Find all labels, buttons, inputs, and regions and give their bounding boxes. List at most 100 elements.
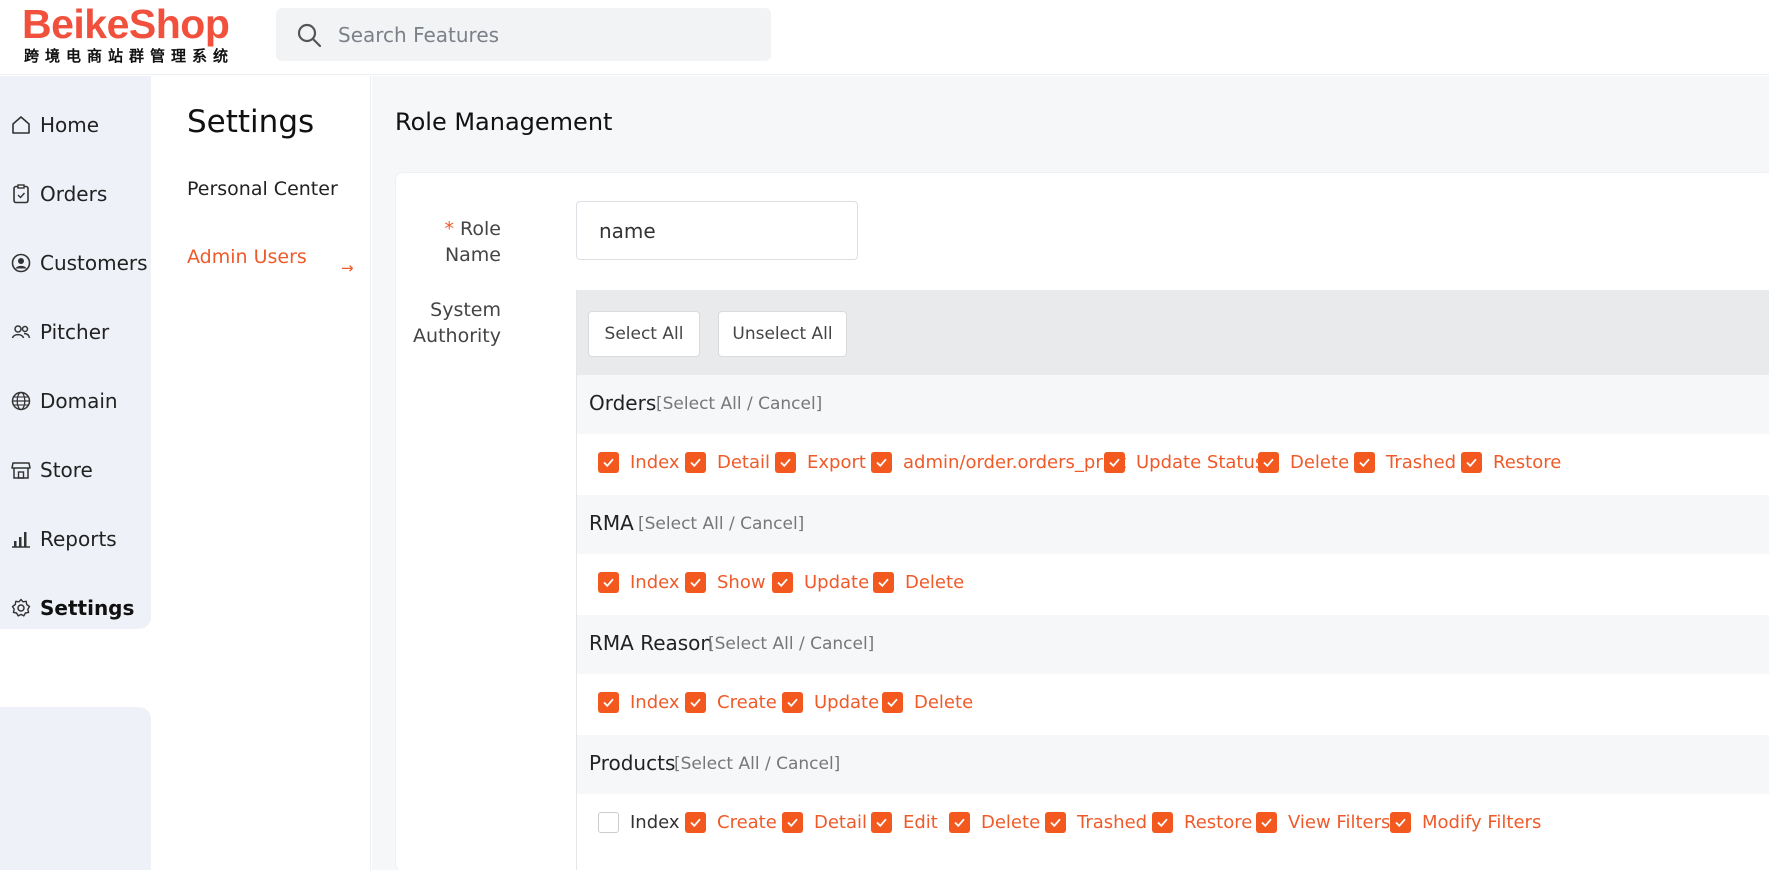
checkbox-checked-icon[interactable] <box>873 572 894 593</box>
permission-label: Detail <box>814 812 868 833</box>
checkbox-checked-icon[interactable] <box>1256 812 1277 833</box>
sidebar-item-settings[interactable]: Settings <box>0 578 151 638</box>
permission-label: Restore <box>1184 812 1253 833</box>
sidebar-item-reports[interactable]: Reports <box>0 509 151 569</box>
group-select-all-cancel-link[interactable]: [Select All / Cancel] <box>656 394 822 414</box>
permission-checkbox-item[interactable]: Export <box>775 452 866 473</box>
permission-label: Delete <box>981 812 1041 833</box>
permission-checkbox-item[interactable]: Trashed <box>1045 812 1147 833</box>
permission-label: admin/order.orders_print <box>903 452 1127 473</box>
permission-checkbox-item[interactable]: Delete <box>873 572 964 593</box>
permission-checkbox-item[interactable]: Index <box>598 572 680 593</box>
search-input[interactable] <box>338 8 758 61</box>
checkbox-checked-icon[interactable] <box>685 572 706 593</box>
permission-label: Index <box>630 812 680 833</box>
sidebar-item-orders[interactable]: Orders <box>0 164 151 224</box>
system-authority-label: System Authority <box>413 299 501 347</box>
checkbox-checked-icon[interactable] <box>871 452 892 473</box>
permission-checkbox-item[interactable]: Modify Filters <box>1390 812 1541 833</box>
checkbox-checked-icon[interactable] <box>871 812 892 833</box>
permission-label: Delete <box>1290 452 1350 473</box>
permission-label: Create <box>717 812 777 833</box>
checkbox-checked-icon[interactable] <box>1390 812 1411 833</box>
settings-subnav: Settings Personal Center Admin Users → <box>151 76 371 870</box>
checkbox-checked-icon[interactable] <box>1258 452 1279 473</box>
permission-checkbox-item[interactable]: Restore <box>1461 452 1561 473</box>
checkbox-checked-icon[interactable] <box>598 692 619 713</box>
sidebar-item-store[interactable]: Store <box>0 440 151 500</box>
bar-chart-icon <box>12 532 30 548</box>
permission-checkbox-item[interactable]: Delete <box>882 692 973 713</box>
permission-group-name: RMA <box>589 511 634 535</box>
permission-checkbox-item[interactable]: Update <box>772 572 869 593</box>
permission-checkbox-item[interactable]: View Filters <box>1256 812 1390 833</box>
sidebar-item-pitcher[interactable]: Pitcher <box>0 302 151 362</box>
permission-checkbox-item[interactable]: Index <box>598 692 680 713</box>
permission-checkbox-item[interactable]: admin/order.orders_print <box>871 452 1126 473</box>
subnav-item-personal-center[interactable]: Personal Center <box>187 178 338 200</box>
permission-checkbox-item[interactable]: Update <box>782 692 879 713</box>
search-box[interactable] <box>276 8 771 61</box>
role-name-label: * Role Name <box>444 218 501 266</box>
role-name-input[interactable] <box>576 201 858 260</box>
permission-checkbox-item[interactable]: Delete <box>1258 452 1349 473</box>
permission-label: View Filters <box>1288 812 1391 833</box>
role-form-card: *Role Name System Authority Select All U… <box>395 172 1769 870</box>
permission-group-name: Orders <box>589 391 657 415</box>
checkbox-checked-icon[interactable] <box>1461 452 1482 473</box>
permission-checkbox-item[interactable]: Restore <box>1152 812 1252 833</box>
checkbox-checked-icon[interactable] <box>782 812 803 833</box>
permission-group-items: Index Create Update Delete <box>577 674 1769 735</box>
users-icon <box>11 325 31 339</box>
checkbox-checked-icon[interactable] <box>949 812 970 833</box>
permission-label: Restore <box>1493 452 1562 473</box>
sidebar-item-customers[interactable]: Customers <box>0 233 151 293</box>
main-content: Role Management *Role Name System Author… <box>372 76 1769 870</box>
subnav-title: Settings <box>187 104 315 140</box>
permission-label: Index <box>630 572 680 593</box>
permission-checkbox-item[interactable]: Trashed <box>1354 452 1456 473</box>
user-circle-icon <box>11 253 31 273</box>
permission-group-items: Index Show Update Delete <box>577 554 1769 615</box>
permission-label: Edit <box>903 812 938 833</box>
checkbox-checked-icon[interactable] <box>772 572 793 593</box>
group-select-all-cancel-link[interactable]: [Select All / Cancel] <box>708 634 874 654</box>
permission-label: Update Status <box>1136 452 1265 473</box>
permission-checkbox-item[interactable]: Index <box>598 812 680 833</box>
checkbox-checked-icon[interactable] <box>1354 452 1375 473</box>
permission-label: Create <box>717 692 777 713</box>
subnav-item-admin-users[interactable]: Admin Users <box>187 246 307 268</box>
checkbox-checked-icon[interactable] <box>1104 452 1125 473</box>
select-all-button[interactable]: Select All <box>588 311 700 357</box>
sidebar-item-home[interactable]: Home <box>0 95 151 155</box>
group-select-all-cancel-link[interactable]: [Select All / Cancel] <box>674 754 840 774</box>
sidebar-item-domain[interactable]: Domain <box>0 371 151 431</box>
unselect-all-button[interactable]: Unselect All <box>718 311 847 357</box>
checkbox-checked-icon[interactable] <box>882 692 903 713</box>
permission-checkbox-item[interactable]: Detail <box>685 452 770 473</box>
checkbox-unchecked-icon[interactable] <box>598 812 619 833</box>
permission-checkbox-item[interactable]: Detail <box>782 812 867 833</box>
search-icon <box>297 23 322 48</box>
permission-checkbox-item[interactable]: Create <box>685 812 777 833</box>
permission-checkbox-item[interactable]: Create <box>685 692 777 713</box>
permission-checkbox-item[interactable]: Show <box>685 572 766 593</box>
checkbox-checked-icon[interactable] <box>598 572 619 593</box>
checkbox-checked-icon[interactable] <box>782 692 803 713</box>
checkbox-checked-icon[interactable] <box>1152 812 1173 833</box>
checkbox-checked-icon[interactable] <box>685 452 706 473</box>
permission-checkbox-item[interactable]: Delete <box>949 812 1040 833</box>
checkbox-checked-icon[interactable] <box>685 692 706 713</box>
permission-checkbox-item[interactable]: Update Status <box>1104 452 1264 473</box>
permission-group-header: RMA Reason [Select All / Cancel] <box>577 615 1769 674</box>
home-icon <box>12 116 30 134</box>
group-select-all-cancel-link[interactable]: [Select All / Cancel] <box>638 514 804 534</box>
brand-tagline: 跨境电商站群管理系统 <box>24 47 235 65</box>
brand-logo[interactable]: BeikeShop 跨境电商站群管理系统 <box>22 2 252 66</box>
checkbox-checked-icon[interactable] <box>598 452 619 473</box>
checkbox-checked-icon[interactable] <box>1045 812 1066 833</box>
checkbox-checked-icon[interactable] <box>685 812 706 833</box>
permission-checkbox-item[interactable]: Index <box>598 452 680 473</box>
permission-checkbox-item[interactable]: Edit <box>871 812 938 833</box>
checkbox-checked-icon[interactable] <box>775 452 796 473</box>
